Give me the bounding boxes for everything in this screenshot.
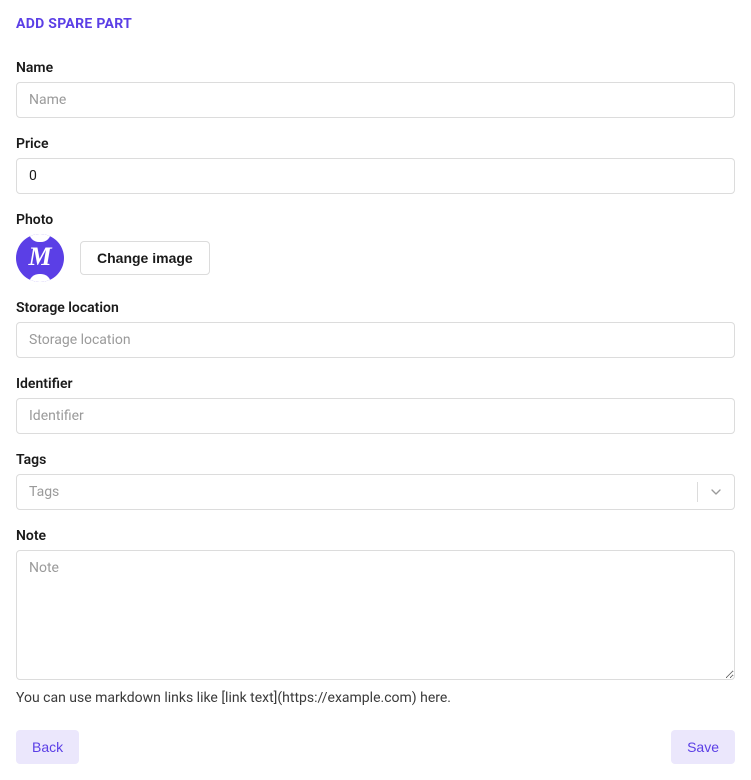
button-row: Back Save — [16, 730, 735, 764]
back-button[interactable]: Back — [16, 730, 79, 764]
page-title: ADD SPARE PART — [16, 16, 735, 32]
price-input[interactable] — [16, 158, 735, 194]
change-image-button[interactable]: Change image — [80, 241, 210, 275]
storage-input[interactable] — [16, 322, 735, 358]
price-label: Price — [16, 136, 735, 152]
price-group: Price — [16, 136, 735, 194]
note-textarea[interactable] — [16, 550, 735, 680]
name-label: Name — [16, 60, 735, 76]
tags-placeholder[interactable]: Tags — [17, 475, 697, 509]
name-input[interactable] — [16, 82, 735, 118]
tags-dropdown-toggle[interactable] — [698, 475, 734, 509]
note-help-text: You can use markdown links like [link te… — [16, 690, 735, 706]
storage-label: Storage location — [16, 300, 735, 316]
identifier-input[interactable] — [16, 398, 735, 434]
storage-group: Storage location — [16, 300, 735, 358]
identifier-label: Identifier — [16, 376, 735, 392]
name-group: Name — [16, 60, 735, 118]
tags-group: Tags Tags — [16, 452, 735, 510]
chevron-down-icon — [708, 484, 724, 500]
note-group: Note You can use markdown links like [li… — [16, 528, 735, 706]
photo-label: Photo — [16, 212, 735, 228]
note-label: Note — [16, 528, 735, 544]
photo-preview: M — [16, 234, 64, 282]
save-button[interactable]: Save — [671, 730, 735, 764]
tags-label: Tags — [16, 452, 735, 468]
identifier-group: Identifier — [16, 376, 735, 434]
tags-select[interactable]: Tags — [16, 474, 735, 510]
logo-m-icon: M — [28, 242, 51, 272]
photo-group: Photo M Change image — [16, 212, 735, 282]
